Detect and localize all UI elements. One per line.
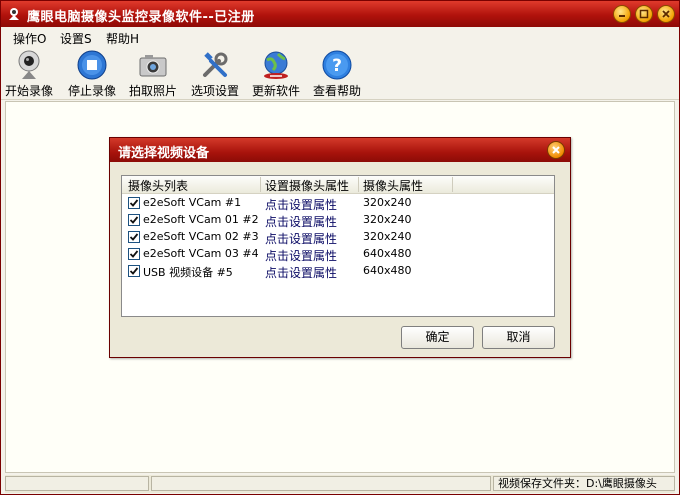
tools-icon (203, 52, 228, 77)
device-resolution: 640x480 (363, 247, 412, 260)
stop-icon (77, 50, 107, 80)
device-resolution: 320x240 (363, 213, 412, 226)
dialog-close-button[interactable] (547, 141, 565, 159)
device-resolution: 320x240 (363, 196, 412, 209)
camera-icon (139, 55, 167, 77)
update-software-button[interactable]: 更新软件 (246, 47, 306, 99)
close-icon (552, 146, 560, 154)
menu-help[interactable]: 帮助H (106, 30, 139, 47)
take-photo-label: 拍取照片 (128, 84, 177, 98)
device-name: e2eSoft VCam 03 #4 (143, 247, 259, 260)
dialog-title: 请选择视频设备 (118, 146, 210, 161)
minimize-icon (619, 15, 625, 17)
device-list-header: 摄像头列表 设置摄像头属性 摄像头属性 (122, 176, 554, 194)
close-button[interactable] (657, 5, 675, 23)
options-settings-button[interactable]: 选项设置 (185, 47, 245, 99)
device-resolution: 320x240 (363, 230, 412, 243)
device-row[interactable]: e2eSoft VCam 01 #2 点击设置属性 320x240 (122, 212, 554, 229)
status-pane-save-folder: 视频保存文件夹：D:\鹰眼摄像头 (493, 476, 675, 491)
toolbar: 开始录像 停止录像 拍取照片 选项设置 更新软件 ? 查看帮助 (1, 47, 679, 100)
stop-recording-button[interactable]: 停止录像 (62, 47, 122, 99)
set-properties-link[interactable]: 点击设置属性 (265, 213, 337, 230)
menu-bar: 操作O 设置S 帮助H (1, 27, 679, 47)
set-properties-link[interactable]: 点击设置属性 (265, 247, 337, 264)
view-help-button[interactable]: ? 查看帮助 (307, 47, 367, 99)
globe-update-icon (264, 51, 288, 79)
column-divider[interactable] (358, 177, 359, 192)
help-icon: ? (322, 50, 352, 80)
status-pane-1 (5, 476, 149, 491)
checkmark-icon (129, 216, 139, 224)
status-pane-2 (151, 476, 491, 491)
view-help-label: 查看帮助 (312, 84, 361, 98)
webcam-icon (18, 50, 40, 79)
device-checkbox[interactable] (128, 265, 140, 277)
checkmark-icon (129, 267, 139, 275)
status-bar: 视频保存文件夹：D:\鹰眼摄像头 (5, 475, 675, 493)
device-row[interactable]: USB 视频设备 #5 点击设置属性 640x480 (122, 263, 554, 280)
device-resolution: 640x480 (363, 264, 412, 277)
column-header-set-properties[interactable]: 设置摄像头属性 (265, 177, 349, 194)
update-software-label: 更新软件 (251, 84, 300, 98)
title-bar[interactable]: 鹰眼电脑摄像头监控录像软件--已注册 (1, 1, 679, 27)
options-settings-label: 选项设置 (190, 84, 239, 98)
column-divider[interactable] (452, 177, 453, 192)
device-name: e2eSoft VCam 01 #2 (143, 213, 259, 226)
close-icon (662, 10, 670, 18)
maximize-icon (639, 9, 649, 19)
set-properties-link[interactable]: 点击设置属性 (265, 196, 337, 213)
minimize-button[interactable] (613, 5, 631, 23)
set-properties-link[interactable]: 点击设置属性 (265, 264, 337, 281)
take-photo-button[interactable]: 拍取照片 (123, 47, 183, 99)
device-checkbox[interactable] (128, 231, 140, 243)
window-title: 鹰眼电脑摄像头监控录像软件--已注册 (27, 10, 255, 25)
device-name: USB 视频设备 #5 (143, 266, 233, 279)
start-recording-label: 开始录像 (4, 84, 53, 98)
column-header-camera-properties[interactable]: 摄像头属性 (363, 177, 423, 194)
device-name: e2eSoft VCam #1 (143, 196, 242, 209)
maximize-button[interactable] (635, 5, 653, 23)
device-row[interactable]: e2eSoft VCam #1 点击设置属性 320x240 (122, 195, 554, 212)
select-video-device-dialog: 请选择视频设备 摄像头列表 设置摄像头属性 摄像头属性 e2eSoft VCam… (109, 137, 571, 358)
checkmark-icon (129, 233, 139, 241)
device-row[interactable]: e2eSoft VCam 02 #3 点击设置属性 320x240 (122, 229, 554, 246)
column-header-camera-list[interactable]: 摄像头列表 (128, 177, 188, 194)
device-name: e2eSoft VCam 02 #3 (143, 230, 259, 243)
column-divider[interactable] (260, 177, 261, 192)
device-checkbox[interactable] (128, 214, 140, 226)
cancel-button[interactable]: 取消 (482, 326, 555, 349)
set-properties-link[interactable]: 点击设置属性 (265, 230, 337, 247)
device-checkbox[interactable] (128, 248, 140, 260)
save-folder-text: 视频保存文件夹：D:\鹰眼摄像头 (498, 477, 657, 490)
device-checkbox[interactable] (128, 197, 140, 209)
menu-settings[interactable]: 设置S (60, 30, 92, 47)
dialog-title-bar[interactable]: 请选择视频设备 (110, 138, 570, 162)
device-row[interactable]: e2eSoft VCam 03 #4 点击设置属性 640x480 (122, 246, 554, 263)
checkmark-icon (129, 199, 139, 207)
app-eagle-icon (9, 8, 19, 20)
svg-text:?: ? (332, 56, 342, 76)
start-recording-button[interactable]: 开始录像 (0, 47, 59, 99)
stop-recording-label: 停止录像 (67, 84, 116, 98)
menu-operation[interactable]: 操作O (13, 30, 46, 47)
checkmark-icon (129, 250, 139, 258)
ok-button[interactable]: 确定 (401, 326, 474, 349)
device-list[interactable]: 摄像头列表 设置摄像头属性 摄像头属性 e2eSoft VCam #1 点击设置… (121, 175, 555, 317)
